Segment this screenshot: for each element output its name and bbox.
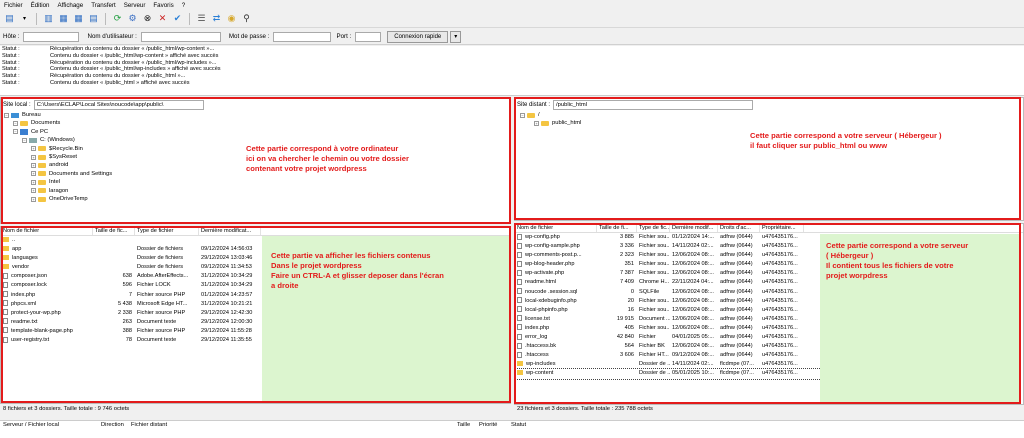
log-row: Statut : Contenu du dossier « /public_htm… [0,80,1024,87]
user-label: Nom d'utilisateur : [87,33,137,40]
queue-col-local[interactable]: Serveur / Fichier local [0,421,98,430]
disconnect-icon[interactable]: ✕ [156,12,169,25]
compare-icon[interactable]: ⇄ [210,12,223,25]
annotation-line: ici on va chercher le chemin ou votre do… [246,154,409,163]
menu-help[interactable]: ? [182,2,185,9]
log-row: Statut : Récupération du contenu du dossi… [0,73,1024,80]
toolbar: ▤ ▾ ▥ ▦ ▦ ▤ ⟳ ⚙ ⊗ ✕ ✔ ☰ ⇄ ◉ ⚲ [0,10,1024,28]
annotation-line: Faire un CTRL-A et glisser deposer dans … [271,271,444,280]
queue-col-direction[interactable]: Direction [98,421,128,430]
quickconnect-dropdown[interactable]: ▾ [450,30,462,43]
refresh-icon[interactable]: ⟳ [111,12,124,25]
port-label: Port : [336,33,352,40]
queue-header: Serveur / Fichier local Direction Fichie… [0,421,1024,430]
menu-transfert[interactable]: Transfert [91,2,116,9]
toggle-queue-icon[interactable]: ▤ [87,12,100,25]
local-status: 8 fichiers et 3 dossiers. Taille totale … [3,406,130,412]
filter-icon[interactable]: ☰ [195,12,208,25]
toolbar-divider [189,12,190,25]
cancel-icon[interactable]: ⊗ [141,12,154,25]
annotation-line: Il contient tous les fichiers de votre [826,261,954,270]
annotation-box-remote-tree [514,97,1021,220]
log-status-label: Statut : [2,46,20,52]
menu-bar: Fichier Édition Affichage Transfert Serv… [0,0,1024,10]
queue-col-remote[interactable]: Fichier distant [128,421,454,430]
menu-edition[interactable]: Édition [31,2,50,9]
log-row: Statut : Récupération du contenu du dossi… [0,46,1024,53]
toggle-remote-tree-icon[interactable]: ▦ [72,12,85,25]
annotation-line: il faut cliquer sur public_html ou www [750,141,888,150]
log-row: Statut : Contenu du dossier « /public_htm… [0,66,1024,73]
log-status-label: Statut : [2,79,20,86]
quickconnect-bar: Hôte : Nom d'utilisateur : Mot de passe … [0,29,1024,45]
log-message: Contenu du dossier « /public_html/wp-inc… [50,66,221,73]
search-icon[interactable]: ⚲ [240,12,253,25]
menu-affichage[interactable]: Affichage [58,2,84,9]
annotation-line: Cette partie va afficher les fichiers co… [271,251,431,260]
process-queue-icon[interactable]: ⚙ [126,12,139,25]
user-input[interactable] [140,31,221,42]
toolbar-divider [36,12,37,25]
annotation-line: ( Hébergeur ) [826,251,874,260]
annotation-remote-tree: Cette partie correspond a votre serveur … [750,131,1020,151]
log-row: Statut : Contenu du dossier « /public_htm… [0,53,1024,60]
toggle-log-icon[interactable]: ▥ [42,12,55,25]
annotation-line: Cette partie correspond à votre ordinate… [246,144,399,153]
annotation-line: Cette partie correspond a votre serveur [826,241,969,250]
log-message: Récupération du contenu du dossier « /pu… [50,73,186,80]
port-input[interactable] [355,31,382,42]
transfer-queue[interactable]: Serveur / Fichier local Direction Fichie… [0,420,1024,438]
site-manager-icon[interactable]: ▤ [3,12,16,25]
annotation-line: Dans le projet wordpress [271,261,362,270]
log-status-label: Statut : [2,66,20,73]
log-status-label: Statut : [2,52,20,59]
queue-col-priority[interactable]: Priorité [476,421,508,430]
annotation-line: Cette partie correspond a votre serveur … [750,131,942,140]
menu-fichier[interactable]: Fichier [4,2,23,9]
menu-serveur[interactable]: Serveur [124,2,146,9]
reconnect-icon[interactable]: ✔ [171,12,184,25]
password-input[interactable] [273,31,332,42]
log-message: Contenu du dossier « /public_html » affi… [50,79,190,86]
host-label: Hôte : [3,33,20,40]
queue-col-status[interactable]: Statut [508,421,548,430]
dropdown-icon[interactable]: ▾ [18,12,31,25]
host-input[interactable] [22,31,79,42]
queue-col-size[interactable]: Taille [454,421,476,430]
annotation-local-files: Cette partie va afficher les fichiers co… [271,251,509,291]
remote-status: 23 fichiers et 3 dossiers. Taille totale… [517,406,653,412]
quickconnect-button[interactable]: Connexion rapide [387,30,449,43]
toggle-tree-icon[interactable]: ▦ [57,12,70,25]
annotation-remote-files: Cette partie correspond a votre serveur(… [826,241,1020,281]
log-status-label: Statut : [2,59,20,66]
log-status-label: Statut : [2,73,20,80]
sync-browse-icon[interactable]: ◉ [225,12,238,25]
log-message: Récupération du contenu du dossier « /pu… [50,59,217,66]
message-log[interactable]: Statut : Récupération du contenu du dossi… [0,46,1024,96]
annotation-line: projet worpdress [826,271,888,280]
log-message: Récupération du contenu du dossier « /pu… [50,46,215,52]
password-label: Mot de passe : [228,33,270,40]
annotation-local-tree: Cette partie correspond à votre ordinate… [246,144,508,174]
annotation-line: a droite [271,281,299,290]
toolbar-divider [105,12,106,25]
log-row: Statut : Récupération du contenu du dossi… [0,60,1024,67]
log-message: Contenu du dossier « /public_html/wp-con… [50,52,219,59]
menu-favoris[interactable]: Favoris [153,2,173,9]
annotation-line: contenant votre projet wordpress [246,164,367,173]
